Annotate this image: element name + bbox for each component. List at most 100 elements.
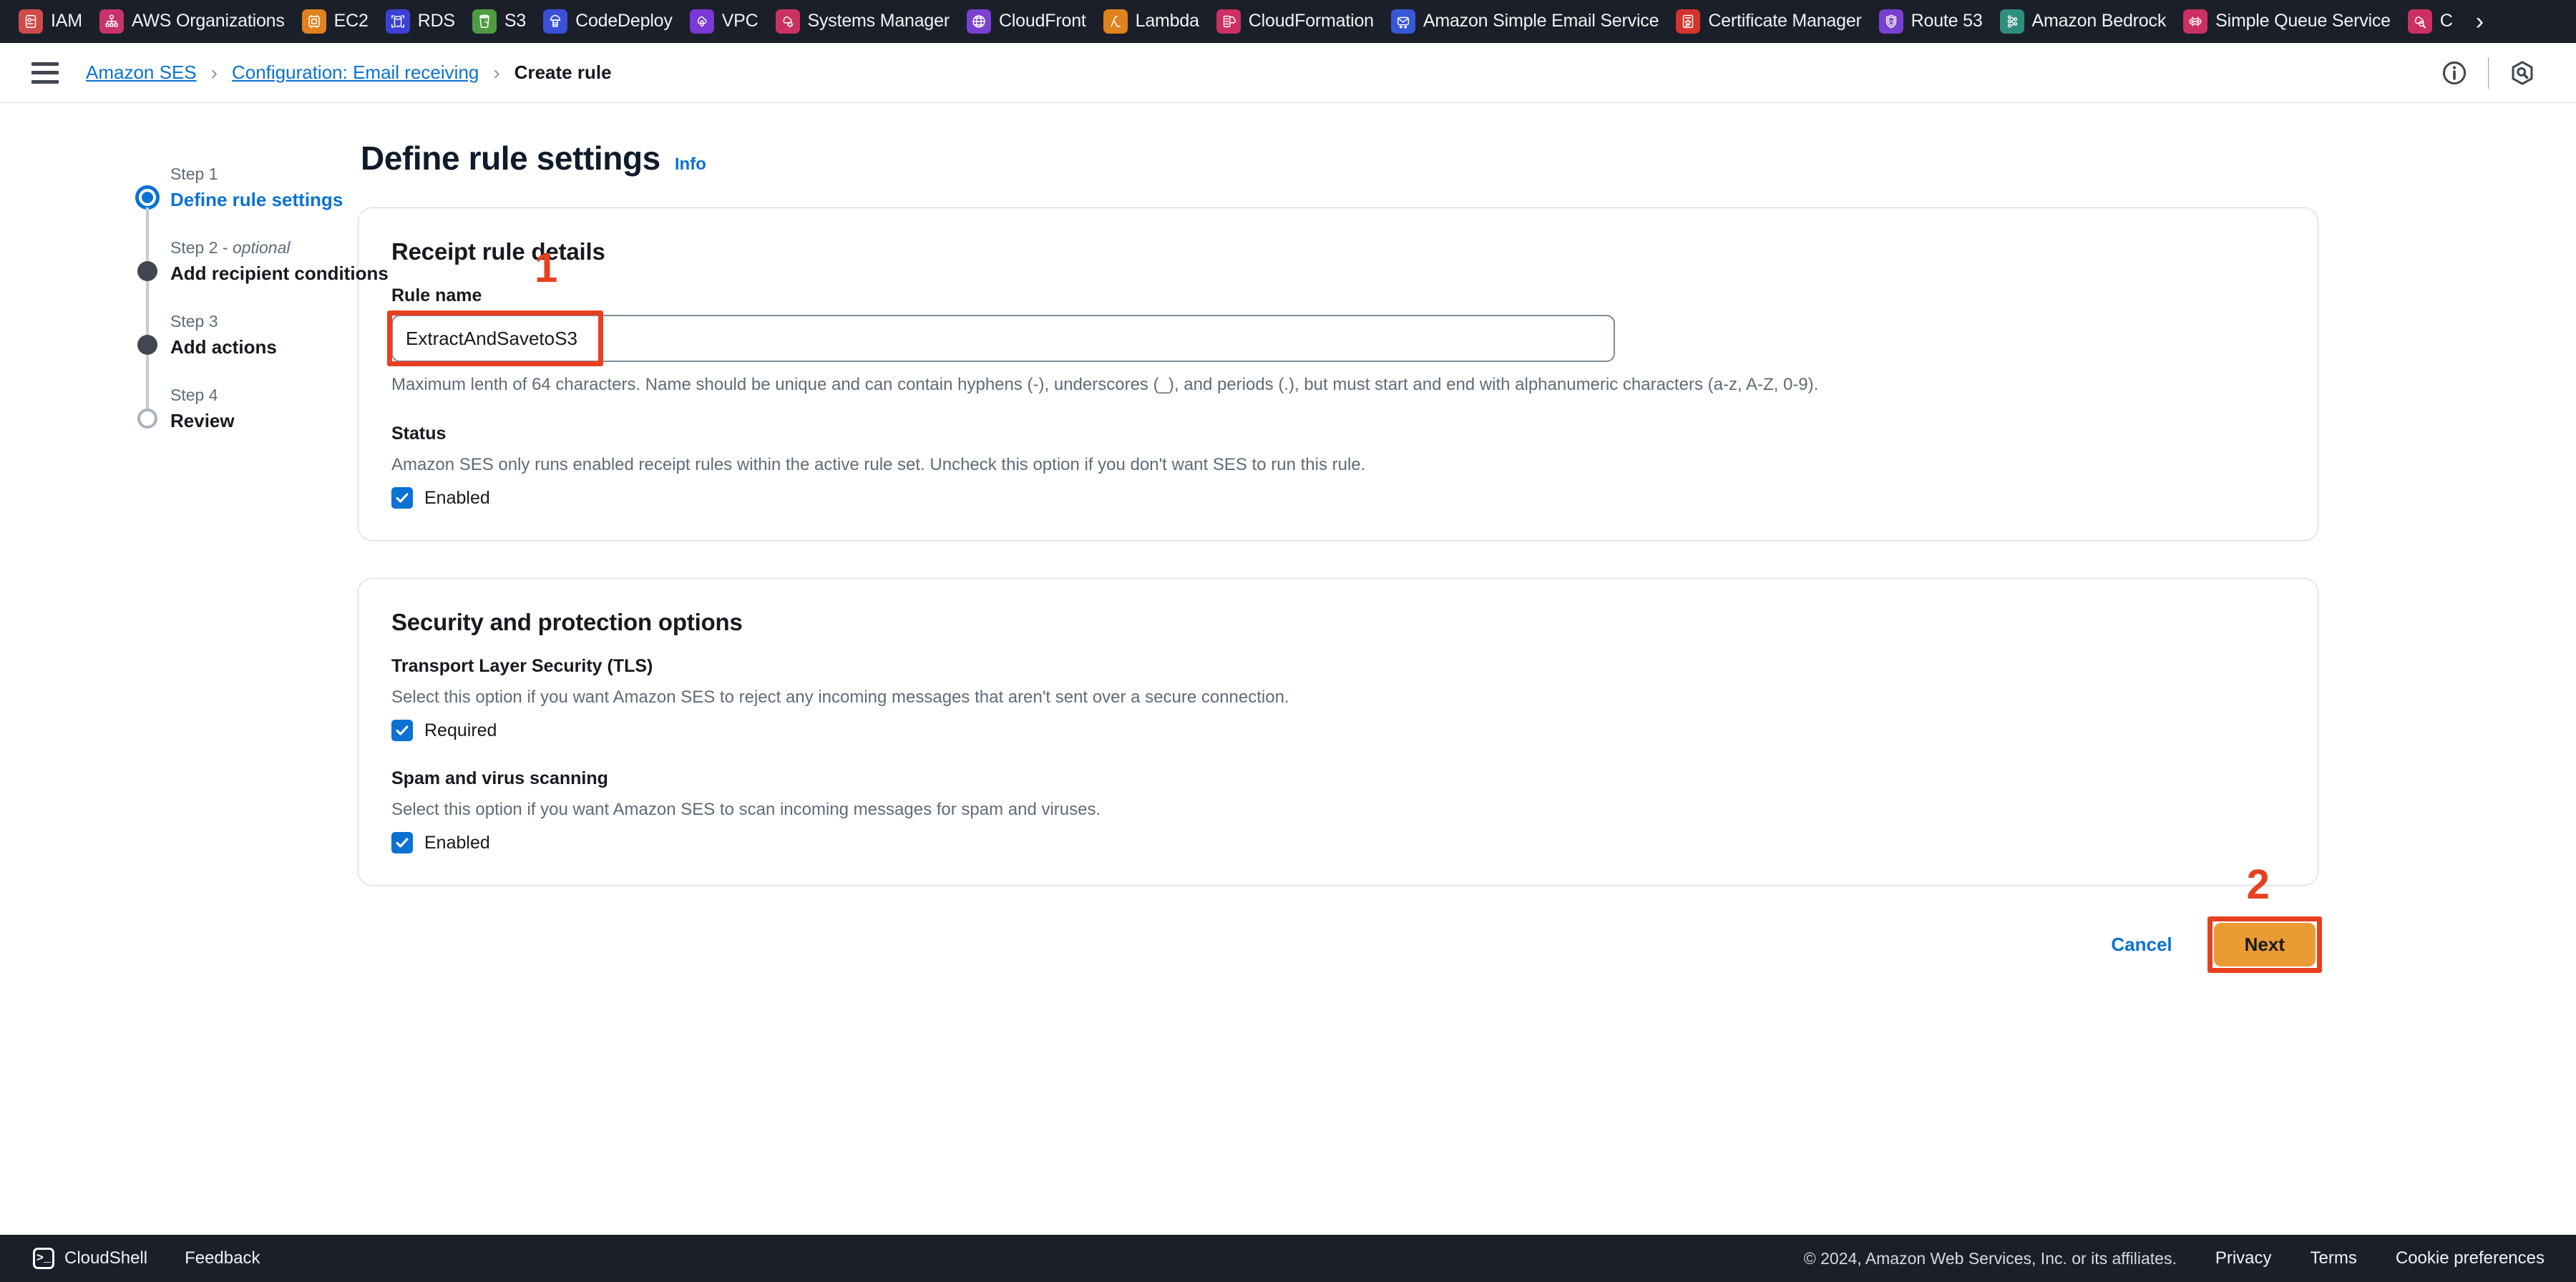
breadcrumb-item-configuration-email-receiving[interactable]: Configuration: Email receiving bbox=[232, 62, 479, 84]
spam-enabled-label: Enabled bbox=[424, 832, 490, 853]
status-enabled-checkbox-row[interactable]: Enabled bbox=[391, 487, 2285, 509]
footer-right: © 2024, Amazon Web Services, Inc. or its… bbox=[1804, 1248, 2545, 1268]
aws-q-hexagon-icon[interactable] bbox=[2497, 48, 2547, 98]
bookmark-label: C bbox=[2439, 11, 2453, 31]
step-marker-icon bbox=[137, 261, 157, 281]
cancel-button[interactable]: Cancel bbox=[2107, 925, 2176, 964]
step-kicker-text: Step 2 - bbox=[170, 238, 233, 257]
bookmark-item-systems-manager[interactable]: Systems Manager bbox=[770, 0, 961, 42]
spam-enabled-checkbox[interactable] bbox=[391, 832, 413, 853]
step-item-add-actions[interactable]: Step 3 Add actions bbox=[137, 310, 358, 414]
bookmark-item-cloudformation[interactable]: CloudFormation bbox=[1211, 0, 1385, 42]
bookmark-item-simple-queue-service[interactable]: Simple Queue Service bbox=[2177, 0, 2402, 42]
bookmark-label: RDS bbox=[417, 11, 455, 31]
bookmark-label: S3 bbox=[504, 11, 527, 31]
sqs-icon bbox=[2183, 9, 2208, 34]
step-item-define-rule-settings[interactable]: Step 1 Define rule settings bbox=[135, 163, 358, 267]
step-title: Review bbox=[170, 410, 235, 431]
bookmark-item-amazon-bedrock[interactable]: Amazon Bedrock bbox=[1994, 0, 2178, 42]
cloudfront-icon bbox=[966, 9, 991, 34]
bookmark-item-cloudfront[interactable]: CloudFront bbox=[961, 0, 1098, 42]
bookmark-item-c[interactable]: C bbox=[2402, 0, 2464, 42]
bookmark-label: VPC bbox=[721, 11, 758, 31]
card-title-security-options: Security and protection options bbox=[391, 609, 743, 635]
wizard-content: Define rule settings Info Receipt rule d… bbox=[358, 139, 2447, 1282]
step-marker-active-icon bbox=[135, 185, 160, 210]
lambda-icon bbox=[1103, 9, 1128, 34]
bookmark-item-codedeploy[interactable]: CodeDeploy bbox=[537, 0, 684, 42]
tls-required-checkbox-row[interactable]: Required bbox=[391, 720, 2285, 741]
organizations-icon bbox=[99, 9, 124, 34]
status-section: Status Amazon SES only runs enabled rece… bbox=[391, 424, 2285, 509]
bedrock-icon bbox=[1999, 9, 2024, 34]
cookie-preferences-link[interactable]: Cookie preferences bbox=[2396, 1248, 2545, 1268]
breadcrumb-item-amazon-ses[interactable]: Amazon SES bbox=[86, 62, 197, 84]
bookmark-label: Simple Queue Service bbox=[2215, 11, 2391, 31]
cloudshell-terminal-icon: >_ bbox=[33, 1248, 54, 1269]
ses-icon bbox=[1390, 9, 1415, 34]
tls-section: Transport Layer Security (TLS) Select th… bbox=[391, 656, 2285, 741]
check-icon bbox=[396, 838, 409, 848]
cloudshell-button[interactable]: >_ CloudShell bbox=[33, 1248, 147, 1269]
info-link[interactable]: Info bbox=[675, 155, 706, 175]
status-enabled-label: Enabled bbox=[424, 487, 490, 508]
step-marker-icon bbox=[137, 335, 157, 355]
browser-bookmark-bar: IAM AWS Organizations EC2 RDS S3 CodeDeploy VP… bbox=[0, 0, 2576, 43]
bookmark-item-lambda[interactable]: Lambda bbox=[1098, 0, 1211, 42]
breadcrumb-item-create-rule: Create rule bbox=[514, 62, 612, 83]
wizard-actions: Cancel Next 2 bbox=[358, 864, 2322, 973]
tls-required-checkbox[interactable] bbox=[391, 720, 413, 741]
route53-icon: 53 bbox=[1878, 9, 1903, 34]
step-title: Add actions bbox=[170, 336, 277, 358]
step-title: Define rule settings bbox=[170, 189, 343, 210]
console-footer: >_ CloudShell Feedback © 2024, Amazon We… bbox=[0, 1235, 2576, 1282]
bookmark-label: Certificate Manager bbox=[1708, 11, 1862, 31]
security-and-protection-options-card: Security and protection options Transpor… bbox=[358, 578, 2318, 886]
bookmark-item-ec2[interactable]: EC2 bbox=[296, 0, 380, 42]
step-item-review[interactable]: Step 4 Review bbox=[137, 384, 358, 432]
bookmark-item-vpc[interactable]: VPC bbox=[684, 0, 770, 42]
step-kicker-optional: optional bbox=[232, 238, 291, 257]
header-divider bbox=[2488, 57, 2489, 89]
systems-manager-icon bbox=[775, 9, 800, 34]
rule-name-input[interactable] bbox=[391, 315, 1615, 362]
breadcrumb-chevron-icon: › bbox=[210, 61, 218, 84]
step-kicker-text: Step 1 bbox=[170, 165, 218, 183]
codedeploy-icon bbox=[543, 9, 568, 34]
bookmark-item-iam[interactable]: IAM bbox=[13, 0, 94, 42]
cloudshell-label: CloudShell bbox=[64, 1248, 148, 1268]
bookmark-item-certificate-manager[interactable]: Certificate Manager bbox=[1670, 0, 1873, 42]
breadcrumb: Amazon SES › Configuration: Email receiv… bbox=[86, 62, 612, 84]
privacy-link[interactable]: Privacy bbox=[2215, 1248, 2272, 1268]
step-item-add-recipient-conditions[interactable]: Step 2 - optional Add recipient conditio… bbox=[137, 237, 389, 341]
bookmark-item-route-53[interactable]: 53 Route 53 bbox=[1873, 0, 1994, 42]
tls-required-label: Required bbox=[424, 720, 497, 740]
rule-name-input-wrap: 1 bbox=[387, 248, 1615, 366]
menu-hamburger-icon[interactable] bbox=[31, 62, 59, 84]
bookmark-item-rds[interactable]: RDS bbox=[380, 0, 467, 42]
svg-text:53: 53 bbox=[1889, 19, 1893, 24]
rule-name-label: Rule name bbox=[391, 285, 482, 305]
feedback-link[interactable]: Feedback bbox=[185, 1248, 260, 1268]
info-circle-icon[interactable] bbox=[2429, 48, 2479, 98]
console-header: Amazon SES › Configuration: Email receiv… bbox=[0, 43, 2576, 103]
page-title-row: Define rule settings Info bbox=[358, 139, 2318, 177]
cloudwatch-logs-icon bbox=[2407, 9, 2432, 34]
bookmark-overflow-chevron-icon[interactable]: › bbox=[2464, 9, 2495, 34]
ec2-icon bbox=[301, 9, 326, 34]
spam-enabled-checkbox-row[interactable]: Enabled bbox=[391, 832, 2285, 853]
next-button[interactable]: Next bbox=[2213, 923, 2316, 967]
bookmark-label: Amazon Simple Email Service bbox=[1423, 11, 1659, 31]
bookmark-label: Systems Manager bbox=[807, 11, 950, 31]
check-icon bbox=[396, 725, 409, 735]
bookmark-item-amazon-simple-email-service[interactable]: Amazon Simple Email Service bbox=[1385, 0, 1670, 42]
s3-icon bbox=[472, 9, 497, 34]
status-enabled-checkbox[interactable] bbox=[391, 487, 413, 509]
bookmark-item-aws-organizations[interactable]: AWS Organizations bbox=[94, 0, 296, 42]
terms-link[interactable]: Terms bbox=[2311, 1248, 2357, 1268]
check-icon bbox=[396, 493, 409, 503]
header-actions bbox=[2429, 48, 2547, 98]
vpc-icon bbox=[689, 9, 714, 34]
bookmark-item-s3[interactable]: S3 bbox=[467, 0, 537, 42]
step-kicker: Step 4 bbox=[170, 384, 358, 406]
